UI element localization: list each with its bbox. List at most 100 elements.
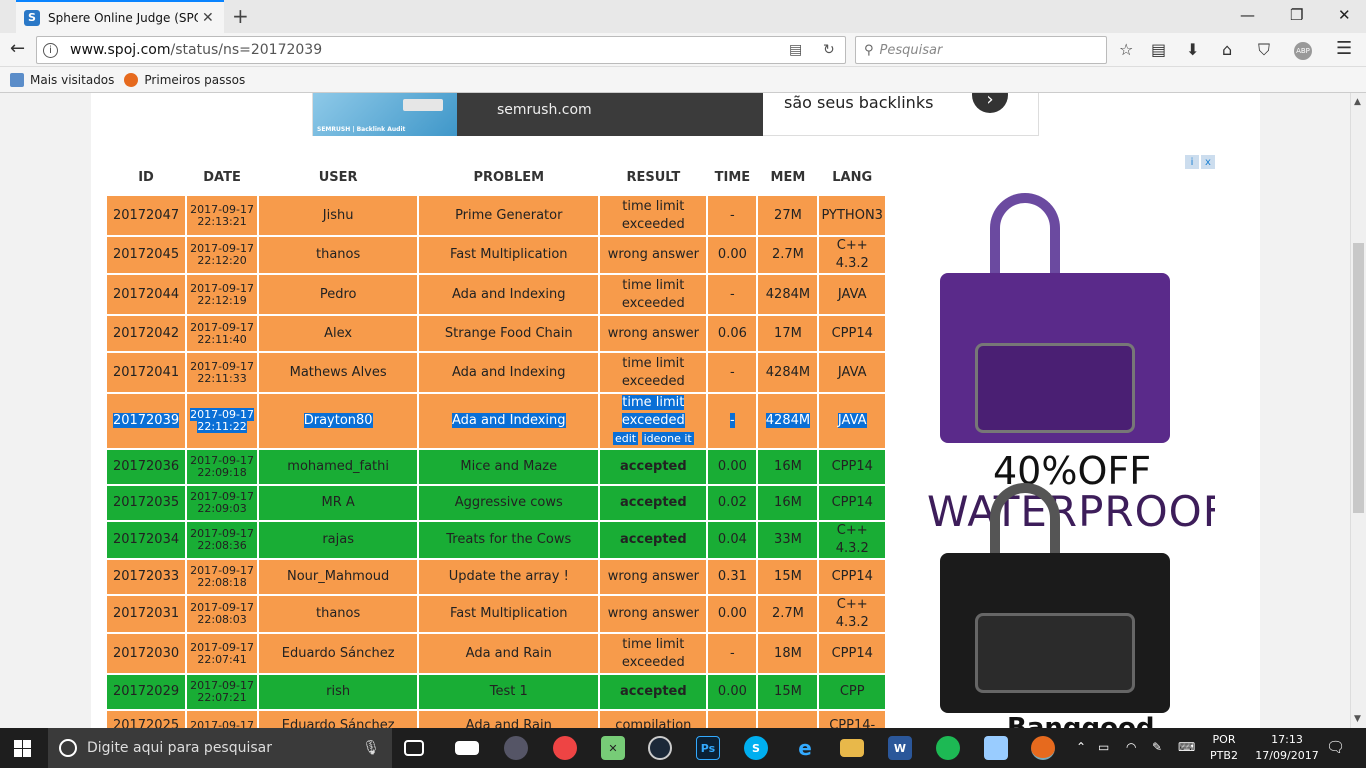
battery-icon[interactable]: ▭: [1098, 740, 1109, 754]
cell-id[interactable]: 20172033: [107, 560, 186, 594]
cell-id[interactable]: 20172045: [107, 237, 186, 273]
vertical-scrollbar[interactable]: ▲ ▼: [1350, 93, 1366, 728]
table-row[interactable]: 20172044 2017-09-17 22:12:19 Pedro Ada and I…: [107, 275, 885, 314]
table-row[interactable]: 20172030 2017-09-17 22:07:41 Eduardo Sánche…: [107, 634, 885, 673]
restore-icon[interactable]: ❐: [1290, 6, 1303, 24]
cell-user[interactable]: thanos: [259, 596, 418, 632]
user-link[interactable]: Nour_Mahmoud: [287, 569, 389, 584]
edit-link[interactable]: edit: [612, 432, 639, 445]
user-link[interactable]: Pedro: [320, 287, 357, 302]
browser-tab[interactable]: S Sphere Online Judge (SPOJ) ✕: [16, 0, 224, 33]
table-row[interactable]: 20172045 2017-09-17 22:12:20 thanos Fast Mul…: [107, 237, 885, 273]
header-date[interactable]: DATE: [187, 160, 257, 194]
table-row[interactable]: 20172025 2017-09-17 Eduardo Sánchez Ada and…: [107, 711, 885, 728]
clock[interactable]: 17:13 17/09/2017: [1252, 732, 1322, 764]
submission-id[interactable]: 20172034: [113, 532, 179, 547]
word-icon[interactable]: W: [888, 736, 912, 760]
notifications-icon[interactable]: 🗨: [1326, 738, 1345, 756]
problem-link[interactable]: Mice and Maze: [460, 459, 557, 474]
cell-user[interactable]: mohamed_fathi: [259, 450, 418, 484]
cell-problem[interactable]: Aggressive cows: [419, 486, 599, 520]
problem-link[interactable]: Fast Multiplication: [450, 247, 568, 262]
language-indicator[interactable]: POR PTB2: [1206, 732, 1242, 764]
cell-user[interactable]: Pedro: [259, 275, 418, 314]
close-window-icon[interactable]: ✕: [1338, 6, 1351, 24]
bookmark-first-steps[interactable]: Primeiros passos: [124, 72, 245, 87]
cell-user[interactable]: Jishu: [259, 196, 418, 235]
cell-user[interactable]: Nour_Mahmoud: [259, 560, 418, 594]
scroll-down-icon[interactable]: ▼: [1354, 714, 1361, 724]
cell-problem[interactable]: Fast Multiplication: [419, 237, 599, 273]
task-view-icon[interactable]: [404, 740, 424, 756]
cell-id[interactable]: 20172036: [107, 450, 186, 484]
table-row[interactable]: 20172033 2017-09-17 22:08:18 Nour_Mahmoud Up…: [107, 560, 885, 594]
address-bar[interactable]: i www.spoj.com/status/ns=20172039 ▤ ↻: [36, 36, 846, 64]
ideone-link[interactable]: ideone it: [641, 432, 694, 445]
cell-id[interactable]: 20172031: [107, 596, 186, 632]
taskbar-search[interactable]: Digite aqui para pesquisar 🎙: [48, 728, 392, 768]
problem-link[interactable]: Aggressive cows: [455, 495, 563, 510]
pen-icon[interactable]: ✎: [1152, 740, 1162, 754]
header-time[interactable]: TIME: [708, 160, 756, 194]
close-tab-icon[interactable]: ✕: [202, 10, 214, 26]
user-link[interactable]: rajas: [322, 532, 354, 547]
problem-link[interactable]: Update the array !: [449, 569, 569, 584]
windows-start-icon[interactable]: [14, 740, 31, 757]
table-row[interactable]: 20172036 2017-09-17 22:09:18 mohamed_fathi M…: [107, 450, 885, 484]
cell-id[interactable]: 20172030: [107, 634, 186, 673]
submission-id[interactable]: 20172039: [112, 413, 180, 428]
url-text[interactable]: www.spoj.com/status/ns=20172039: [70, 42, 322, 58]
cell-user[interactable]: MR A: [259, 486, 418, 520]
cell-user[interactable]: thanos: [259, 237, 418, 273]
cell-problem[interactable]: Test 1: [419, 675, 599, 709]
header-mem[interactable]: MEM: [758, 160, 817, 194]
cell-user[interactable]: Mathews Alves: [259, 353, 418, 392]
problem-link[interactable]: Prime Generator: [455, 208, 562, 223]
menu-icon[interactable]: ☰: [1336, 38, 1352, 59]
cell-user[interactable]: Eduardo Sánchez: [259, 711, 418, 728]
reader-view-icon[interactable]: ▤: [789, 42, 802, 58]
submission-id[interactable]: 20172033: [113, 569, 179, 584]
user-link[interactable]: Drayton80: [303, 413, 373, 428]
keyboard-icon[interactable]: ⌨: [1178, 740, 1195, 754]
user-link[interactable]: thanos: [316, 247, 360, 262]
table-row[interactable]: 20172029 2017-09-17 22:07:21 rish Test 1 acce…: [107, 675, 885, 709]
steam-icon[interactable]: [648, 736, 672, 760]
spotify-icon[interactable]: [936, 736, 960, 760]
ad-arrow-icon[interactable]: ›: [972, 93, 1008, 113]
problem-link[interactable]: Ada and Indexing: [452, 413, 566, 428]
table-row[interactable]: 20172031 2017-09-17 22:08:03 thanos Fast Mul…: [107, 596, 885, 632]
submission-id[interactable]: 20172031: [113, 606, 179, 621]
cell-problem[interactable]: Mice and Maze: [419, 450, 599, 484]
cell-id[interactable]: 20172029: [107, 675, 186, 709]
cell-id[interactable]: 20172042: [107, 316, 186, 351]
user-link[interactable]: mohamed_fathi: [287, 459, 389, 474]
download-icon[interactable]: ⬇: [1186, 40, 1199, 59]
cell-id[interactable]: 20172041: [107, 353, 186, 392]
ad-banner-side[interactable]: i x 40%OFF WATERPROOF Banggood: [915, 153, 1215, 728]
search-placeholder[interactable]: Pesquisar: [880, 43, 943, 58]
cell-user[interactable]: Eduardo Sánchez: [259, 634, 418, 673]
search-box[interactable]: ⚲ Pesquisar: [855, 36, 1107, 64]
problem-link[interactable]: Strange Food Chain: [445, 326, 573, 341]
header-lang[interactable]: LANG: [819, 160, 885, 194]
submission-id[interactable]: 20172030: [113, 646, 179, 661]
user-link[interactable]: Mathews Alves: [290, 365, 387, 380]
cell-problem[interactable]: Ada and Indexing: [419, 353, 599, 392]
virtualbox-icon[interactable]: [984, 736, 1008, 760]
minimize-icon[interactable]: —: [1240, 6, 1255, 24]
problem-link[interactable]: Ada and Rain: [466, 646, 552, 661]
mail-icon[interactable]: [455, 741, 479, 755]
app-red-circle-icon[interactable]: [553, 736, 577, 760]
user-link[interactable]: Eduardo Sánchez: [282, 718, 395, 728]
taskbar-search-placeholder[interactable]: Digite aqui para pesquisar: [87, 740, 272, 756]
submission-id[interactable]: 20172044: [113, 287, 179, 302]
microphone-icon[interactable]: 🎙: [362, 740, 380, 756]
ad-info-icon[interactable]: i: [1185, 155, 1199, 169]
xbox-icon[interactable]: ✕: [601, 736, 625, 760]
pocket-icon[interactable]: ⛉: [1258, 40, 1270, 60]
photoshop-icon[interactable]: Ps: [696, 736, 720, 760]
cell-problem[interactable]: Ada and Rain: [419, 711, 599, 728]
cell-id[interactable]: 20172039: [107, 394, 186, 448]
reload-icon[interactable]: ↻: [823, 42, 835, 58]
